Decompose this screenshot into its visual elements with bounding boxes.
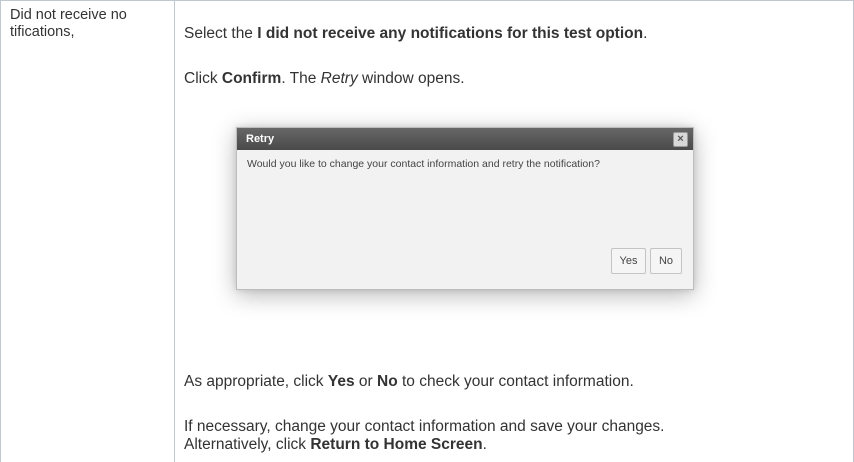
dialog-message: Would you like to change your contact in… bbox=[247, 158, 600, 170]
no-button[interactable]: No bbox=[650, 248, 682, 274]
no-label: No bbox=[377, 373, 398, 390]
step-click-yes-no: As appropriate, click Yes or No to check… bbox=[184, 372, 634, 391]
table-cell-condition: Did not receive notifications, bbox=[0, 0, 175, 462]
close-icon[interactable]: × bbox=[673, 132, 688, 147]
text-fragment: Click bbox=[184, 70, 222, 87]
table-cell-steps: Select the I did not receive any notific… bbox=[174, 0, 854, 462]
step-select-option: Select the I did not receive any notific… bbox=[184, 24, 647, 43]
retry-dialog-screenshot: Retry × Would you like to change your co… bbox=[220, 110, 694, 310]
instructions-table: Did not receive notifications, Select th… bbox=[0, 0, 854, 462]
yes-label: Yes bbox=[327, 373, 355, 390]
window-name: Retry bbox=[320, 70, 358, 87]
condition-label: Did not receive notifications, bbox=[10, 7, 127, 40]
text-fragment: or bbox=[354, 373, 378, 390]
dialog-title: Retry bbox=[237, 128, 693, 150]
return-home-label: Return to Home Screen bbox=[310, 436, 483, 453]
retry-dialog: Retry × Would you like to change your co… bbox=[236, 127, 694, 290]
text-fragment: As appropriate, click bbox=[184, 373, 328, 390]
yes-button[interactable]: Yes bbox=[611, 248, 646, 274]
step-return-home: Alternatively, click Return to Home Scre… bbox=[184, 435, 487, 454]
text-fragment: Select the bbox=[184, 25, 258, 42]
step-change-info: If necessary, change your contact inform… bbox=[184, 418, 665, 435]
confirm-label: Confirm bbox=[221, 70, 282, 87]
text-fragment: to check your contact information. bbox=[397, 373, 634, 390]
step-click-confirm: Click Confirm. The Retry window opens. bbox=[184, 69, 465, 88]
text-fragment: Alternatively, click bbox=[184, 436, 311, 453]
text-fragment: . The bbox=[281, 70, 321, 87]
option-name: I did not receive any notifications for … bbox=[257, 25, 644, 42]
text-fragment: . bbox=[643, 25, 648, 42]
text-fragment: . bbox=[482, 436, 487, 453]
text-fragment: window opens. bbox=[357, 70, 465, 87]
